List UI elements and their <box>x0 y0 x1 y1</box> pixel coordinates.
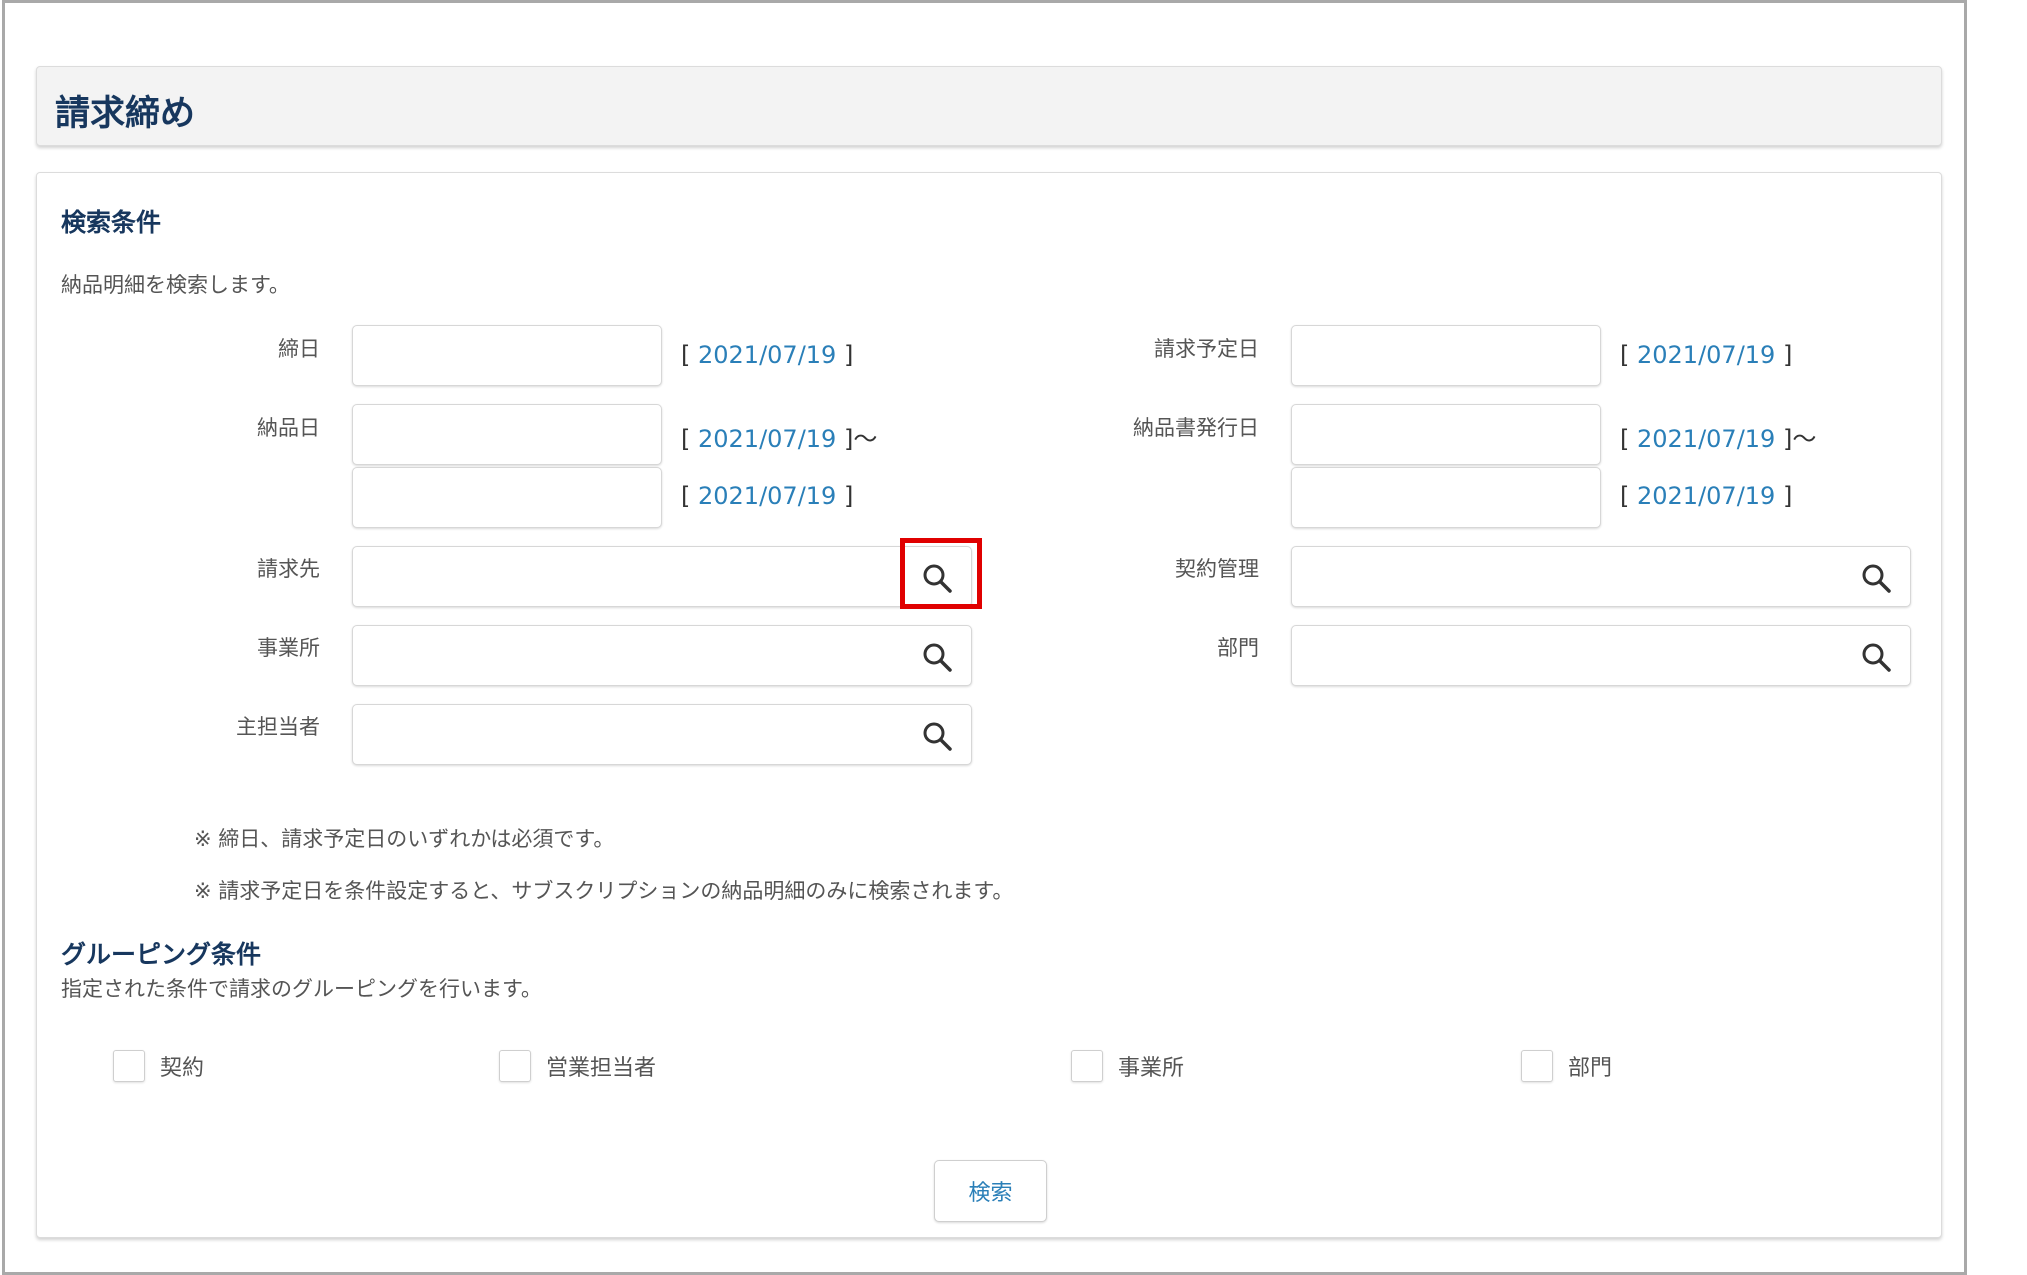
closing-date-today-link[interactable]: [ 2021/07/19 ] <box>681 341 853 369</box>
department-label: 部門 <box>1217 636 1259 660</box>
primary-person-input[interactable] <box>352 704 972 765</box>
billing-destination-input[interactable] <box>352 546 972 607</box>
delivery-date-to-input[interactable] <box>352 467 662 528</box>
delivery-date-from-input[interactable] <box>352 404 662 465</box>
department-input[interactable] <box>1291 625 1911 686</box>
checkbox[interactable] <box>113 1050 145 1082</box>
grouping-conditions-description: 指定された条件で請求のグルーピングを行います。 <box>61 977 542 1001</box>
checkbox[interactable] <box>1071 1050 1103 1082</box>
note-subscription: ※ 請求予定日を条件設定すると、サブスクリプションの納品明細のみに検索されます。 <box>194 879 1014 903</box>
billing-scheduled-date-today-link[interactable]: [ 2021/07/19 ] <box>1620 341 1792 369</box>
delivery-date-to-today-link[interactable]: [ 2021/07/19 ] <box>681 482 853 510</box>
grouping-option-sales-person[interactable]: 営業担当者 <box>499 1049 656 1083</box>
grouping-option-department[interactable]: 部門 <box>1521 1049 1612 1083</box>
delivery-note-issue-date-from-today-link[interactable]: [ 2021/07/19 ]〜 <box>1620 419 1816 454</box>
search-icon[interactable] <box>921 720 953 752</box>
business-office-input[interactable] <box>352 625 972 686</box>
contract-management-label: 契約管理 <box>1175 557 1259 581</box>
delivery-note-issue-date-to-input[interactable] <box>1291 467 1601 528</box>
search-button[interactable]: 検索 <box>934 1160 1047 1222</box>
delivery-note-issue-date-to-today-link[interactable]: [ 2021/07/19 ] <box>1620 482 1792 510</box>
grouping-option-contract[interactable]: 契約 <box>113 1049 204 1083</box>
closing-date-input[interactable] <box>352 325 662 386</box>
checkbox[interactable] <box>499 1050 531 1082</box>
page-title: 請求締め <box>55 94 196 134</box>
search-conditions-heading: 検索条件 <box>61 208 162 237</box>
closing-date-label: 締日 <box>278 337 320 361</box>
grouping-option-business-office[interactable]: 事業所 <box>1071 1049 1184 1083</box>
note-required: ※ 締日、請求予定日のいずれかは必須です。 <box>194 827 615 851</box>
business-office-label: 事業所 <box>257 636 320 660</box>
grouping-conditions-heading: グルーピング条件 <box>61 940 262 969</box>
search-panel: 検索条件 納品明細を検索します。 締日 [ 2021/07/19 ] 請求予定日… <box>36 172 1942 1238</box>
billing-scheduled-date-label: 請求予定日 <box>1154 337 1259 361</box>
search-conditions-description: 納品明細を検索します。 <box>61 273 290 297</box>
delivery-date-from-today-link[interactable]: [ 2021/07/19 ]〜 <box>681 419 877 454</box>
checkbox[interactable] <box>1521 1050 1553 1082</box>
delivery-note-issue-date-from-input[interactable] <box>1291 404 1601 465</box>
highlight-box <box>900 538 982 609</box>
search-icon[interactable] <box>1860 641 1892 673</box>
contract-management-input[interactable] <box>1291 546 1911 607</box>
delivery-note-issue-date-label: 納品書発行日 <box>1133 416 1259 440</box>
search-icon[interactable] <box>921 641 953 673</box>
billing-destination-label: 請求先 <box>257 557 320 581</box>
billing-scheduled-date-input[interactable] <box>1291 325 1601 386</box>
primary-person-label: 主担当者 <box>236 715 320 739</box>
delivery-date-label: 納品日 <box>257 416 320 440</box>
page-header: 請求締め <box>36 66 1942 146</box>
search-icon[interactable] <box>1860 562 1892 594</box>
window-frame: 請求締め 検索条件 納品明細を検索します。 締日 [ 2021/07/19 ] … <box>2 0 1967 1275</box>
